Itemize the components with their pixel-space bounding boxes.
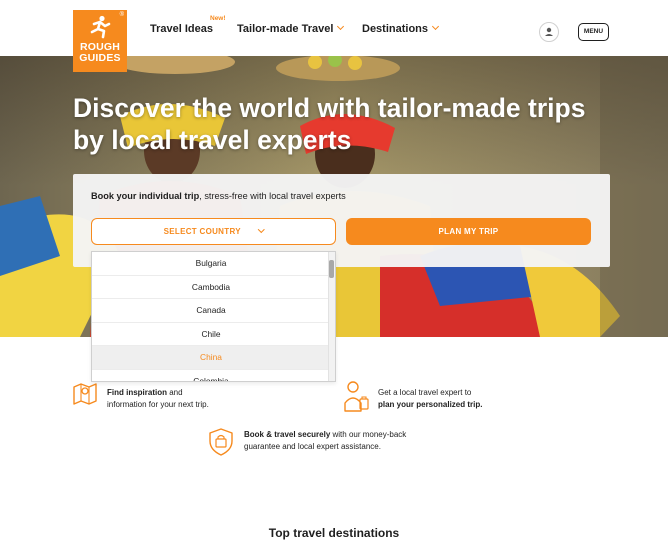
chevron-down-icon [257, 225, 265, 232]
country-option[interactable]: Cambodia [92, 276, 330, 299]
scrollbar-thumb[interactable] [329, 260, 334, 278]
country-options-list[interactable]: Bulgaria Cambodia Canada Chile China Col… [91, 251, 336, 382]
country-option[interactable]: Bulgaria [92, 252, 330, 276]
runner-logo-icon [90, 15, 111, 39]
country-option[interactable]: Canada [92, 299, 330, 323]
rough-guides-logo[interactable]: ® ROUGH GUIDES [73, 10, 127, 72]
section-title: Top travel destinations [268, 526, 400, 540]
booking-intro: Book your individual trip, stress-free w… [91, 191, 346, 201]
menu-button[interactable]: MENU [578, 23, 609, 41]
new-badge: New! [210, 15, 226, 22]
chevron-down-icon [431, 22, 440, 31]
user-account-button[interactable] [539, 22, 559, 42]
feature-secure-booking: Book & travel securely with our money-ba… [244, 430, 407, 451]
logo-wordmark: ROUGH GUIDES [79, 41, 121, 64]
user-icon [545, 27, 553, 36]
country-option[interactable]: Chile [92, 323, 330, 346]
shield-icon [209, 428, 233, 456]
map-icon [73, 383, 97, 405]
country-option[interactable]: Colombia [92, 370, 330, 382]
hero-title: Discover the world with tailor-made trip… [73, 93, 586, 155]
dropdown-scrollbar[interactable] [328, 252, 335, 381]
country-option-highlighted[interactable]: China [92, 346, 330, 370]
nav-travel-ideas[interactable]: Travel Ideas [150, 23, 213, 35]
plan-my-trip-button[interactable]: PLAN MY TRIP [346, 218, 591, 245]
nav-destinations[interactable]: Destinations [362, 22, 440, 35]
travel-expert-icon [344, 381, 369, 412]
feature-inspiration: Find inspiration and information for you… [107, 388, 209, 409]
select-country-dropdown[interactable]: SELECT COUNTRY [91, 218, 336, 245]
feature-local-expert: Get a local travel expert to plan your p… [378, 388, 483, 409]
chevron-down-icon [337, 22, 345, 31]
registered-mark: ® [119, 12, 124, 18]
nav-tailor-made-travel[interactable]: Tailor-made Travel [237, 22, 345, 35]
